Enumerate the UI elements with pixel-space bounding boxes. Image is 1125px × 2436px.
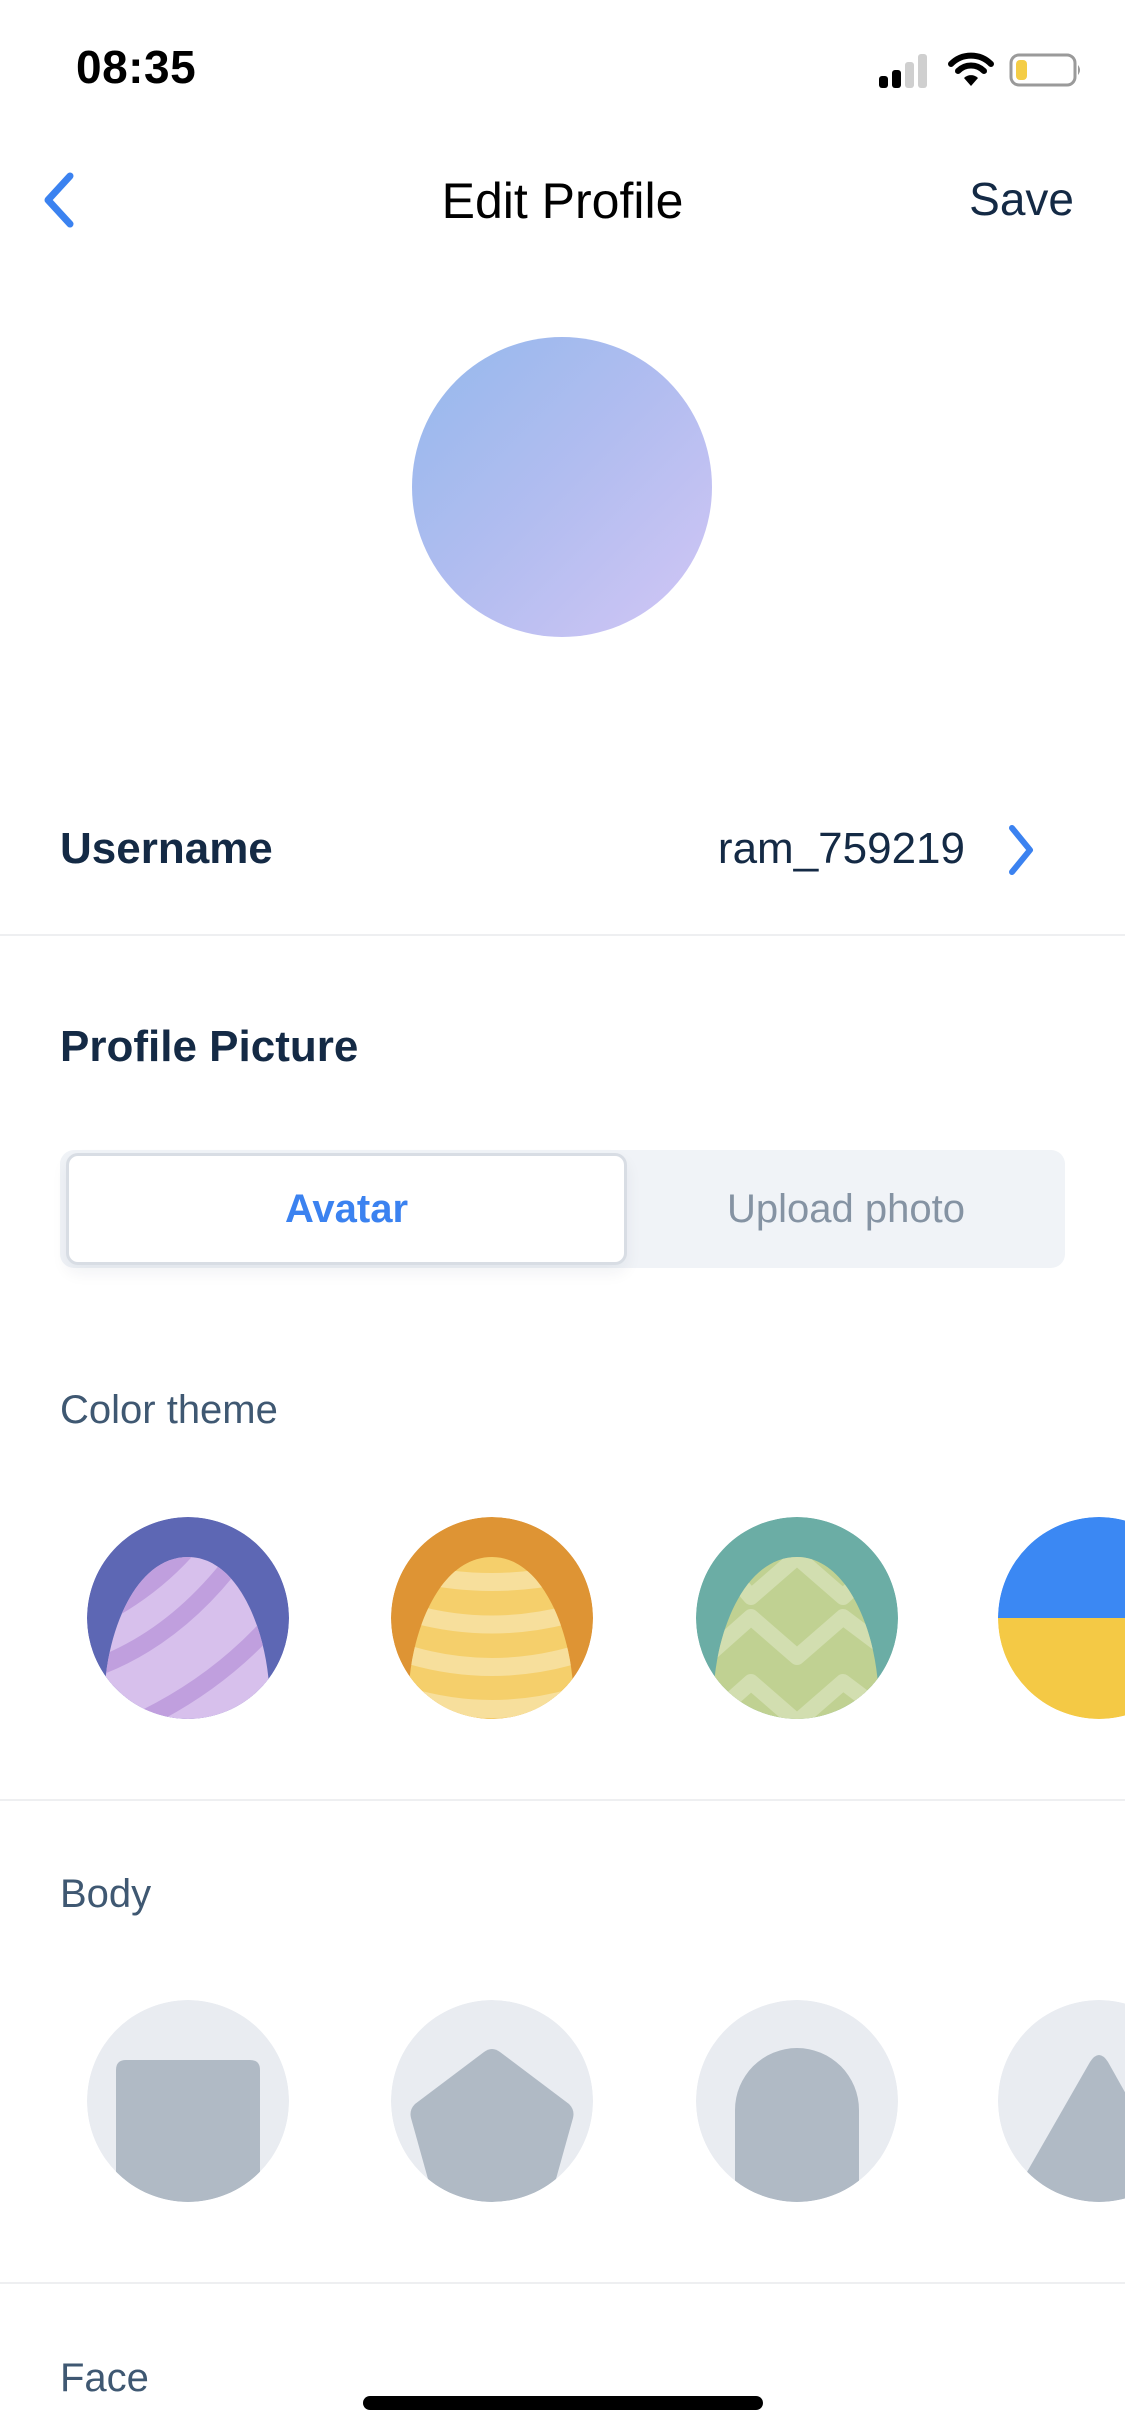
- save-button[interactable]: Save: [969, 172, 1074, 226]
- status-icons: [879, 50, 1083, 90]
- avatar-preview: [412, 337, 712, 637]
- body-option-pentagon[interactable]: [391, 2000, 593, 2202]
- body-option-triangle[interactable]: [998, 2000, 1125, 2202]
- arch-body-icon: [696, 2000, 898, 2202]
- color-theme-option-purple[interactable]: [87, 1517, 289, 1719]
- color-theme-option-orange[interactable]: [391, 1517, 593, 1719]
- orange-banded-egg-icon: [391, 1517, 593, 1719]
- body-label: Body: [60, 1872, 152, 1916]
- home-indicator: [363, 2396, 763, 2410]
- color-theme-option-teal[interactable]: [696, 1517, 898, 1719]
- tab-upload-photo[interactable]: Upload photo: [627, 1150, 1065, 1268]
- body-options: [0, 2000, 1125, 2204]
- chevron-right-icon: [1009, 825, 1033, 875]
- body-option-arch[interactable]: [696, 2000, 898, 2202]
- profile-picture-segmented-control: Avatar Upload photo: [60, 1150, 1065, 1268]
- battery-icon: [1009, 53, 1080, 87]
- nav-bar: Edit Profile Save: [0, 150, 1125, 250]
- color-theme-options: [0, 1517, 1125, 1721]
- page-title: Edit Profile: [441, 173, 684, 229]
- status-bar: 08:35: [0, 0, 1125, 132]
- username-value: ram_759219: [717, 824, 965, 873]
- color-theme-option-blue-yellow[interactable]: [998, 1517, 1125, 1719]
- square-body-icon: [87, 2000, 289, 2202]
- pentagon-body-icon: [391, 2000, 593, 2202]
- profile-picture-title: Profile Picture: [60, 1022, 359, 1071]
- color-theme-label: Color theme: [60, 1388, 278, 1432]
- username-label: Username: [60, 824, 273, 873]
- purple-striped-egg-icon: [87, 1517, 289, 1719]
- cellular-signal-icon: [879, 54, 927, 88]
- face-label: Face: [60, 2356, 149, 2400]
- divider: [0, 2282, 1125, 2284]
- teal-zigzag-egg-icon: [696, 1517, 898, 1719]
- blue-yellow-split-icon: [998, 1517, 1125, 1719]
- triangle-body-icon: [998, 2000, 1125, 2202]
- status-time: 08:35: [76, 41, 197, 93]
- wifi-icon: [948, 52, 994, 86]
- tab-avatar[interactable]: Avatar: [66, 1153, 627, 1265]
- body-option-square[interactable]: [87, 2000, 289, 2202]
- username-row[interactable]: Username ram_759219: [0, 800, 1125, 936]
- divider: [0, 1799, 1125, 1801]
